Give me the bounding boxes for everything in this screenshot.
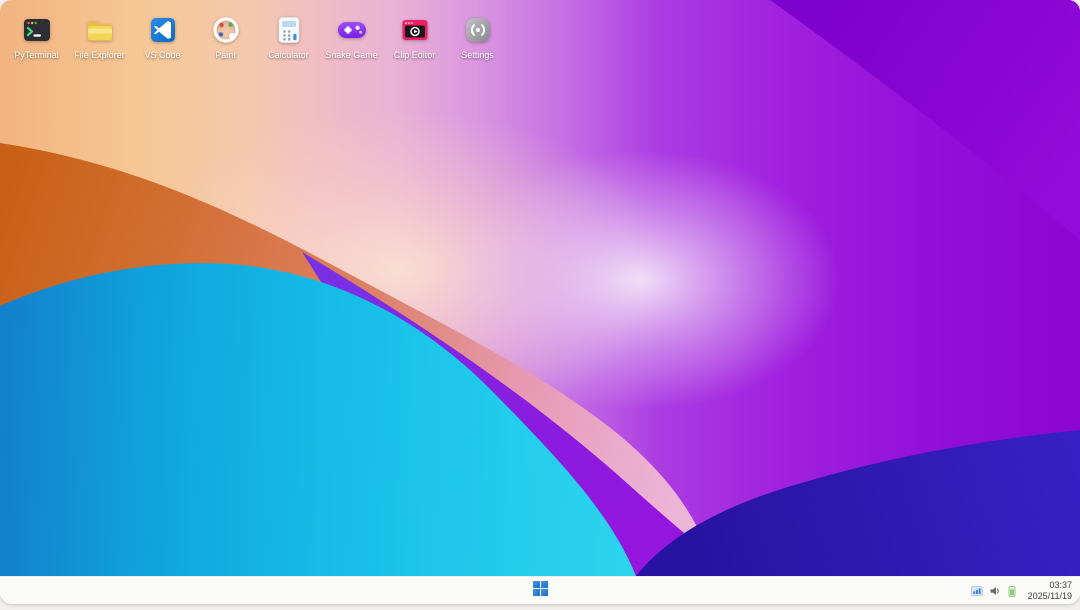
- desktop-icon-calculator[interactable]: Calculator: [257, 12, 320, 62]
- desktop-icon-file-explorer[interactable]: File Explorer: [68, 12, 131, 62]
- network-status-icon[interactable]: [971, 586, 983, 596]
- start-button[interactable]: [523, 579, 557, 603]
- gamepad-icon: [336, 14, 368, 46]
- settings-gear-icon: [462, 14, 494, 46]
- battery-icon[interactable]: [1008, 585, 1016, 597]
- desktop-icon-label: Snake Game: [325, 50, 378, 60]
- desktop-icon-settings[interactable]: Settings: [446, 12, 509, 62]
- desktop-icon-label: Calculator: [268, 50, 309, 60]
- desktop-icon-vs-code[interactable]: VS Code: [131, 12, 194, 62]
- taskbar-clock[interactable]: 03:37 2025/11/19: [1028, 580, 1072, 601]
- palette-icon: [210, 14, 242, 46]
- desktop-icon-label: PyTerminal: [14, 50, 59, 60]
- windows-logo-icon: [533, 581, 548, 601]
- system-tray: 03:37 2025/11/19: [971, 577, 1072, 604]
- wallpaper: [0, 0, 1080, 576]
- desktop-icon-paint[interactable]: Paint: [194, 12, 257, 62]
- calculator-icon: [273, 14, 305, 46]
- clock-date: 2025/11/19: [1028, 591, 1072, 602]
- desktop-icon-pyterminal[interactable]: PyTerminal: [5, 12, 68, 62]
- volume-icon[interactable]: [990, 586, 1001, 596]
- desktop-icon-grid: PyTerminal File Explorer: [5, 12, 509, 62]
- desktop-icon-label: Clip Editor: [394, 50, 436, 60]
- desktop-icon-label: File Explorer: [74, 50, 125, 60]
- folder-icon: [84, 14, 116, 46]
- desktop-icon-label: Settings: [461, 50, 494, 60]
- clock-time: 03:37: [1028, 580, 1072, 591]
- vscode-icon: [147, 14, 179, 46]
- taskbar: 03:37 2025/11/19: [0, 576, 1080, 604]
- desktop-icon-snake-game[interactable]: Snake Game: [320, 12, 383, 62]
- pyterminal-icon: [21, 14, 53, 46]
- desktop-icon-label: Paint: [215, 50, 236, 60]
- desktop-icon-label: VS Code: [144, 50, 180, 60]
- desktop-icon-clip-editor[interactable]: Clip Editor: [383, 12, 446, 62]
- screen: PyTerminal File Explorer: [0, 0, 1080, 604]
- video-player-icon: [399, 14, 431, 46]
